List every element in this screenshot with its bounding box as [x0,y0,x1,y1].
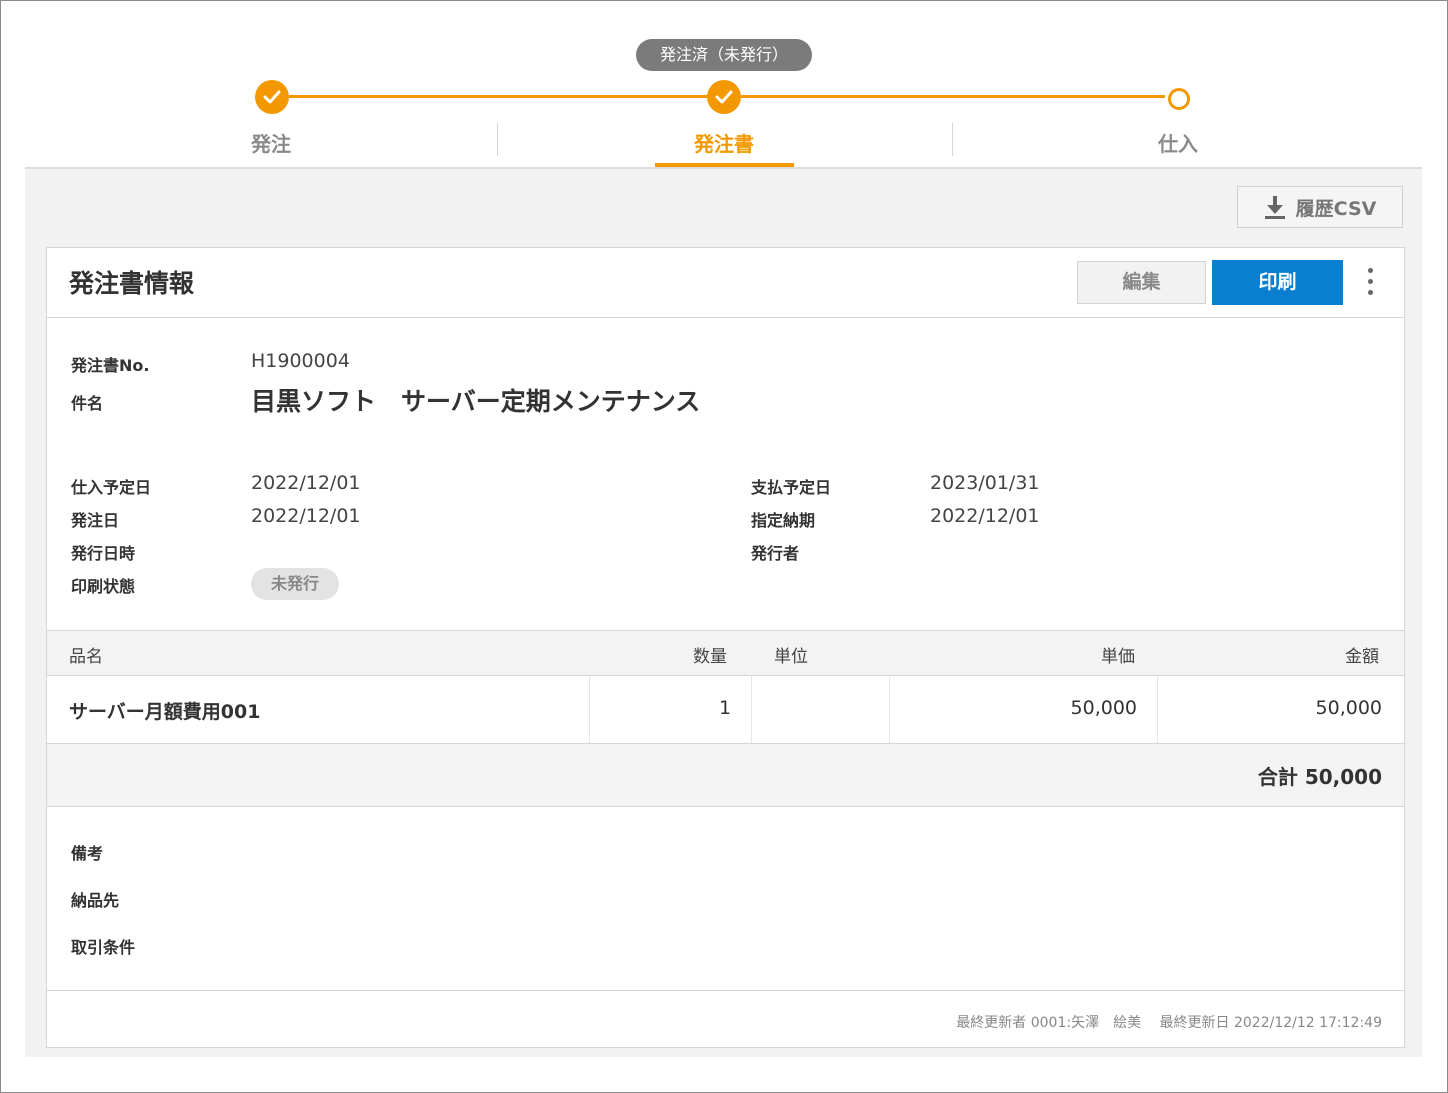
history-csv-button[interactable]: 履歴CSV [1237,186,1403,228]
kebab-menu-icon[interactable] [1360,268,1380,298]
delivery-date-value: 2022/12/01 [930,505,1040,527]
item-name: サーバー月額費用001 [69,701,261,723]
col-header-price: 単価 [1101,647,1135,667]
col-header-amount: 金額 [1345,647,1379,667]
item-price: 50,000 [1070,697,1137,719]
total-amount: 合計 50,000 [1257,765,1382,789]
delivery-to-label: 納品先 [71,891,120,910]
print-button[interactable]: 印刷 [1212,260,1343,305]
table-total-row: 合計 50,000 [47,744,1404,807]
items-table-header: 品名 数量 単位 単価 金額 [47,630,1404,676]
col-header-unit: 単位 [774,647,808,667]
print-status-badge: 未発行 [251,568,339,600]
issuer-label: 発行者 [751,544,800,563]
payment-date-label: 支払予定日 [751,478,832,497]
issue-datetime-label: 発行日時 [71,544,136,563]
purchase-order-card: 発注書情報 編集 印刷 発注書No. H1900004 件名 目黒ソフト サーバ… [46,247,1405,1048]
order-date-label: 発注日 [71,511,120,530]
last-updated-info: 最終更新者 0001:矢澤 絵美 最終更新日 2022/12/12 17:12:… [956,1015,1382,1031]
order-date-value: 2022/12/01 [251,505,361,527]
step-connector-2 [741,95,1165,98]
remarks-label: 備考 [71,844,104,863]
tab-purchase-order[interactable]: 発注書 [624,128,824,157]
item-amount: 50,000 [1315,697,1382,719]
print-status-label: 印刷状態 [71,577,136,596]
step-connector-1 [289,95,708,98]
column-divider [751,675,752,743]
column-divider [589,675,590,743]
col-header-name: 品名 [69,647,103,667]
purchase-date-value: 2022/12/01 [251,472,361,494]
payment-date-value: 2023/01/31 [930,472,1040,494]
table-row: サーバー月額費用001 1 50,000 50,000 [47,675,1404,744]
purchase-date-label: 仕入予定日 [71,478,152,497]
tab-purchase[interactable]: 仕入 [1078,128,1278,157]
subject-value: 目黒ソフト サーバー定期メンテナンス [251,387,701,416]
step-1-check-icon [255,80,289,114]
download-icon [1264,196,1285,219]
order-no-value: H1900004 [251,350,350,372]
card-title: 発注書情報 [69,269,195,298]
tab-divider [952,123,953,156]
card-header: 発注書情報 編集 印刷 [47,248,1404,318]
column-divider [1157,675,1158,743]
tab-order[interactable]: 発注 [171,128,371,157]
step-2-check-icon [707,80,741,114]
order-no-label: 発注書No. [71,356,150,375]
delivery-date-label: 指定納期 [751,511,816,530]
edit-button[interactable]: 編集 [1077,261,1206,304]
column-divider [889,675,890,743]
status-pill: 発注済（未発行） [636,39,812,71]
history-csv-label: 履歴CSV [1295,197,1377,220]
step-3-circle-icon [1168,88,1190,110]
terms-label: 取引条件 [71,938,136,957]
item-qty: 1 [719,697,732,719]
col-header-qty: 数量 [693,647,727,667]
subject-label: 件名 [71,394,104,413]
tab-divider [497,123,498,156]
footer-divider [47,990,1404,991]
